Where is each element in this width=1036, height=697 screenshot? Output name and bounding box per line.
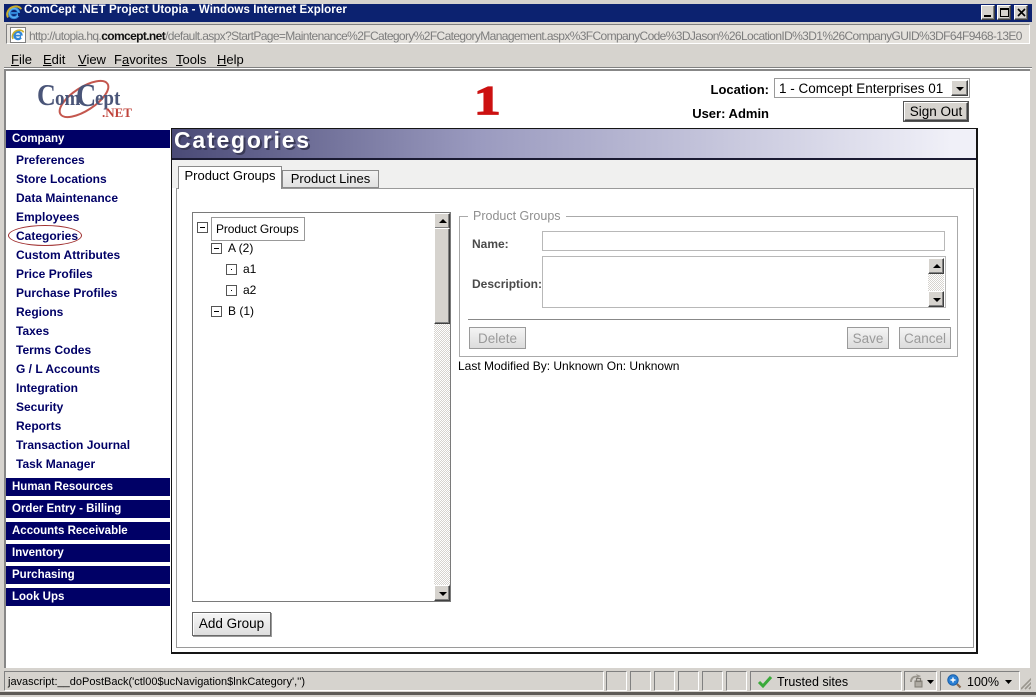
svg-text:C: C [76, 77, 96, 114]
svg-text:.NET: .NET [102, 105, 132, 120]
svg-text:C: C [37, 79, 56, 112]
